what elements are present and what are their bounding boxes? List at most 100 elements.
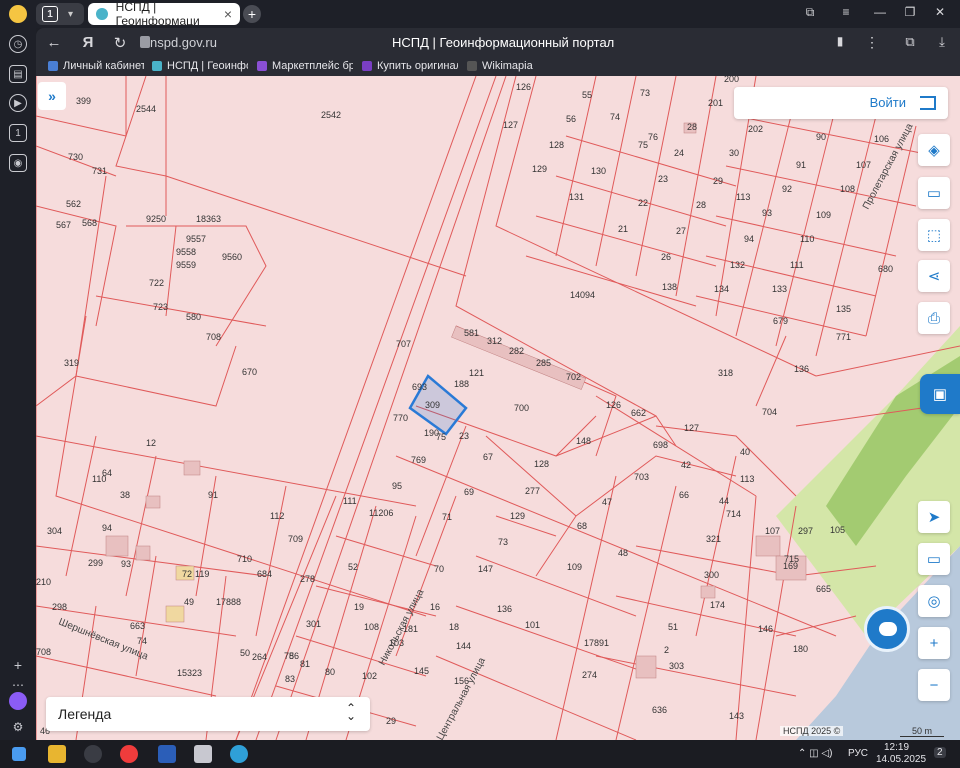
plot-label[interactable]: 769 [411, 455, 426, 465]
plot-label[interactable]: 49 [184, 597, 194, 607]
legend-dropdown[interactable]: Легенда ⌃ ⌄ [46, 697, 370, 731]
plot-label[interactable]: 56 [566, 114, 576, 124]
bookmark-item[interactable]: Wikimapia [467, 60, 547, 72]
plot-label[interactable]: 38 [120, 490, 130, 500]
plot-label[interactable]: 111 [343, 496, 357, 506]
plot-label[interactable]: 285 [536, 358, 551, 368]
plot-label[interactable]: 95 [392, 481, 402, 491]
plot-label[interactable]: 9559 [176, 260, 196, 270]
plot-label[interactable]: 113 [736, 192, 750, 202]
plot-label[interactable]: 101 [525, 620, 540, 630]
plot-label[interactable]: 44 [719, 496, 729, 506]
layers-icon[interactable]: ◈ [918, 134, 950, 166]
plot-label[interactable]: 731 [92, 166, 107, 176]
plot-label[interactable]: 69 [464, 487, 474, 497]
tray-icons[interactable]: ⌃ ◫ ◁) [798, 748, 832, 759]
plot-label[interactable]: 93 [121, 559, 131, 569]
plot-label[interactable]: 18363 [196, 214, 221, 224]
plot-label[interactable]: 24 [674, 148, 684, 158]
close-window-icon[interactable]: ✕ [930, 5, 950, 19]
plot-label[interactable]: 17888 [216, 597, 241, 607]
plot-label[interactable]: 299 [88, 558, 103, 568]
plot-label[interactable]: 138 [662, 282, 677, 292]
plot-label[interactable]: 105 [830, 525, 845, 535]
bookmark-window-icon[interactable]: ⧉ [800, 5, 820, 20]
minimap-icon[interactable]: ▭ [918, 543, 950, 575]
plot-label[interactable]: 771 [836, 332, 851, 342]
plot-label[interactable]: 16 [430, 602, 440, 612]
plot-label[interactable]: 107 [856, 160, 871, 170]
plot-label[interactable]: 698 [653, 440, 668, 450]
plot-label[interactable]: 670 [242, 367, 257, 377]
plot-label[interactable]: 679 [773, 316, 788, 326]
plot-label[interactable]: 277 [525, 486, 540, 496]
plot-label[interactable]: 730 [68, 152, 83, 162]
minimize-icon[interactable]: — [870, 5, 890, 19]
explorer-icon[interactable] [48, 745, 66, 763]
plot-label[interactable]: 70 [434, 564, 444, 574]
plot-label[interactable]: 76 [648, 132, 658, 142]
plot-label[interactable]: 309 [425, 400, 440, 410]
plot-label[interactable]: 112 [270, 511, 284, 521]
url-host[interactable]: nspd.gov.ru [150, 35, 217, 50]
plot-label[interactable]: 568 [82, 218, 97, 228]
plot-label[interactable]: 2 [664, 645, 669, 655]
plot-label[interactable]: 30 [729, 148, 739, 158]
plot-label[interactable]: 210 [36, 577, 51, 587]
plot-label[interactable]: 147 [478, 564, 493, 574]
plot-label[interactable]: 127 [684, 423, 699, 433]
clock-date[interactable]: 14.05.2025 [876, 754, 926, 765]
plot-label[interactable]: 75 [436, 432, 446, 442]
plot-label[interactable]: 130 [591, 166, 606, 176]
plot-label[interactable]: 92 [782, 184, 792, 194]
plot-label[interactable]: 91 [208, 490, 218, 500]
chat-button[interactable] [864, 606, 910, 652]
plot-label[interactable]: 93 [762, 208, 772, 218]
geolocation-icon[interactable]: ◎ [918, 585, 950, 617]
plot-label[interactable]: 636 [652, 705, 667, 715]
plot-label[interactable]: 111 [790, 260, 804, 270]
plot-label[interactable]: 665 [816, 584, 831, 594]
cadastral-map[interactable]: Пролетарская улица Никольская улица 2-я … [36, 76, 960, 740]
reload-icon[interactable]: ↻ [110, 34, 130, 52]
plot-label[interactable]: 148 [576, 436, 591, 446]
plot-label[interactable]: 693 [412, 382, 427, 392]
plot-label[interactable]: 94 [102, 523, 112, 533]
plot-label[interactable]: 12 [146, 438, 156, 448]
back-icon[interactable]: ← [44, 34, 64, 51]
plot-label[interactable]: 301 [306, 619, 321, 629]
plot-label[interactable]: 113 [740, 474, 754, 484]
plot-label[interactable]: 714 [726, 509, 741, 519]
plot-label[interactable]: 14094 [570, 290, 595, 300]
plot-label[interactable]: 94 [744, 234, 754, 244]
collections-icon[interactable]: ▤ [9, 65, 27, 83]
select-area-icon[interactable]: ⬚ [918, 219, 950, 251]
plot-label[interactable]: 318 [718, 368, 733, 378]
plot-label[interactable]: 83 [285, 674, 295, 684]
browser-logo-icon[interactable] [9, 5, 27, 23]
plot-label[interactable]: 80 [325, 667, 335, 677]
plot-label[interactable]: 304 [47, 526, 62, 536]
new-tab-button[interactable]: + [243, 5, 261, 23]
restore-icon[interactable]: ❐ [900, 5, 920, 19]
plot-label[interactable]: 264 [252, 652, 267, 662]
plot-label[interactable]: 108 [364, 622, 379, 632]
bookmark-item[interactable]: НСПД | Геоинфор [152, 60, 248, 72]
plot-label[interactable]: 23 [459, 431, 469, 441]
plot-label[interactable]: 319 [64, 358, 79, 368]
plot-label[interactable]: 700 [514, 403, 529, 413]
plot-label[interactable]: 770 [393, 413, 408, 423]
plot-label[interactable]: 399 [76, 96, 91, 106]
bookmark-icon[interactable]: ▮ [830, 34, 850, 48]
plot-label[interactable]: 108 [840, 184, 855, 194]
plot-label[interactable]: 102 [362, 671, 377, 681]
plot-label[interactable]: 66 [679, 490, 689, 500]
tab-one-icon[interactable]: 1 [9, 124, 27, 142]
plot-label[interactable]: 23 [658, 174, 668, 184]
plot-label[interactable]: 707 [396, 339, 411, 349]
plot-label[interactable]: 28 [687, 122, 697, 132]
plot-label[interactable]: 710 [237, 554, 252, 564]
bookmark-item[interactable]: Маркетплейс бре [257, 60, 353, 72]
plot-label[interactable]: 22 [638, 198, 648, 208]
plot-label[interactable]: 29 [713, 176, 723, 186]
